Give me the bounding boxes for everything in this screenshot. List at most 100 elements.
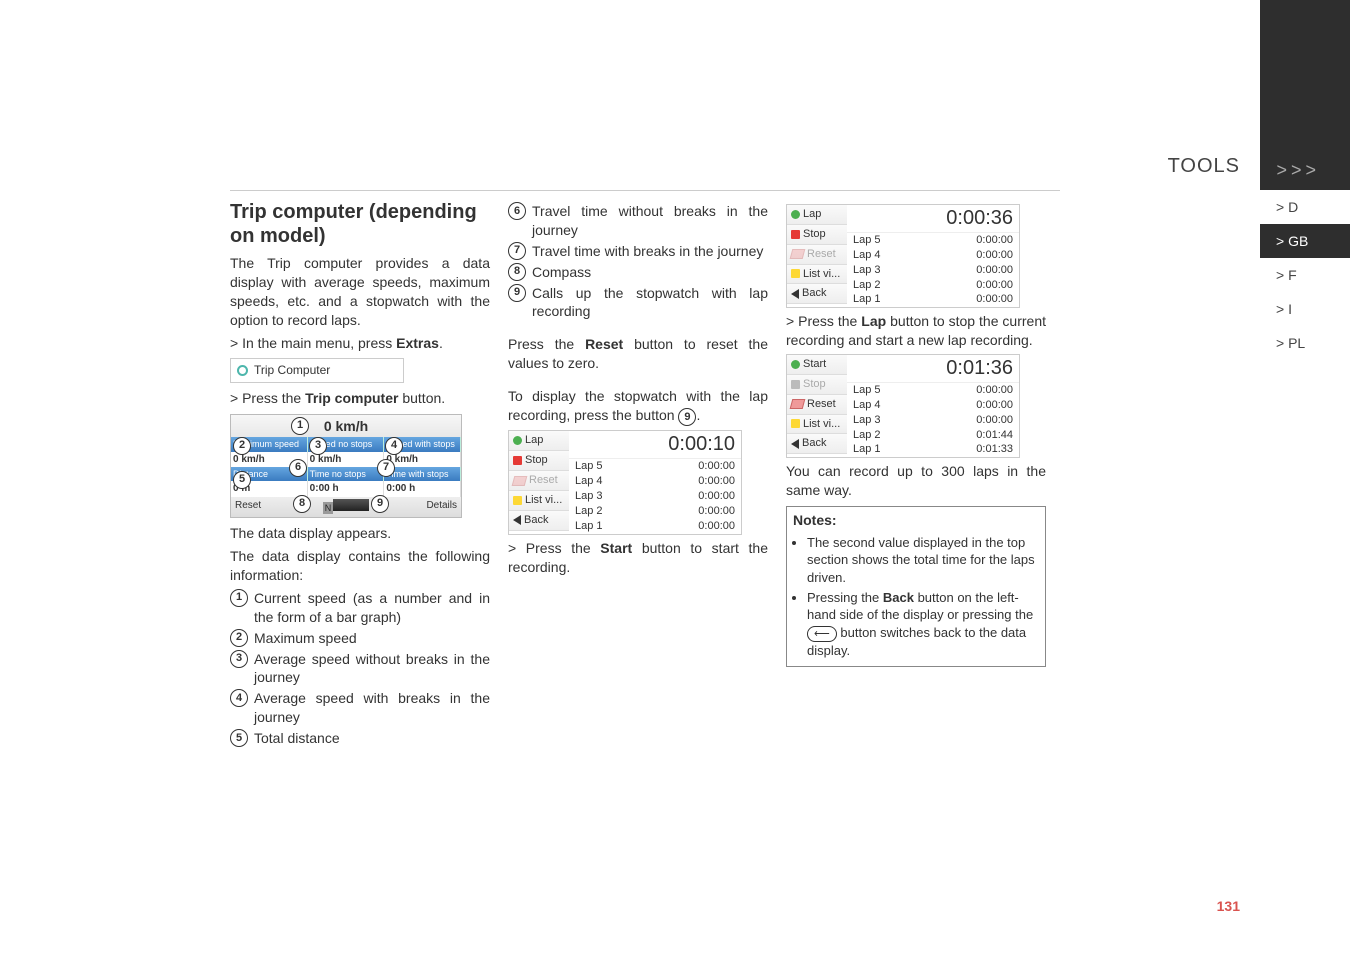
stop-button[interactable]: Stop [787, 225, 847, 245]
back-icon [513, 515, 521, 525]
menuitem-label: Trip Computer [254, 362, 330, 378]
stopwatch-sidebar: Lap Stop Reset List vi... Back [509, 431, 569, 533]
bottom-bar: Reset N Details [231, 497, 461, 518]
reset-button[interactable]: Reset [787, 245, 847, 265]
listview-button[interactable]: List vi... [787, 415, 847, 435]
sidebar-item-f[interactable]: > F [1260, 258, 1350, 292]
label: Reset [807, 247, 836, 262]
back-icon [791, 289, 799, 299]
list-text: Calls up the stopwatch with lap recordin… [532, 284, 768, 322]
stop-button[interactable]: Stop [509, 451, 569, 471]
label: List vi... [803, 267, 840, 282]
sidebar-item-pl[interactable]: > PL [1260, 326, 1350, 360]
step-1: > In the main menu, press Extras. [230, 334, 490, 353]
back-button[interactable]: Back [787, 434, 847, 454]
eraser-icon [512, 476, 528, 486]
list-text: Current speed (as a number and in the fo… [254, 589, 490, 627]
list-item-1: 1 Current speed (as a number and in the f… [230, 589, 490, 627]
callout-2-icon: 2 [233, 437, 251, 455]
text: > Press the [786, 313, 861, 329]
eraser-icon [790, 399, 806, 409]
callout-5-icon: 5 [233, 471, 251, 489]
stopwatch-data: 0:01:36 Lap 50:00:00 Lap 40:00:00 Lap 30… [847, 355, 1019, 457]
list-text: Total distance [254, 729, 490, 748]
bold-reset: Reset [585, 336, 623, 352]
num-8-icon: 8 [508, 263, 526, 281]
sidebar-item-d[interactable]: > D [1260, 190, 1350, 224]
step-2: > Press the Trip computer button. [230, 389, 490, 408]
list-item-8: 8Compass [508, 263, 768, 282]
num-4-icon: 4 [230, 689, 248, 707]
record-icon [791, 360, 800, 369]
lap-button[interactable]: Lap [787, 205, 847, 225]
list-item-4: 4Average speed with breaks in the journe… [230, 689, 490, 727]
note-after: You can record up to 300 laps in the sam… [786, 462, 1046, 500]
chevrons: >>> [1276, 160, 1320, 181]
listview-button[interactable]: List vi... [787, 265, 847, 285]
trip-computer-menuitem[interactable]: Trip Computer [230, 358, 404, 382]
section-title: Trip computer (depending on model) [230, 200, 490, 248]
back-button[interactable]: Back [509, 511, 569, 531]
label: Back [524, 513, 548, 528]
lap-row: Lap 40:00:00 [569, 474, 741, 489]
bold-lap: Lap [861, 313, 886, 329]
sidebar-item-gb[interactable]: > GB [1260, 224, 1350, 258]
lap-row: Lap 40:00:00 [847, 398, 1019, 413]
start-button[interactable]: Start [787, 355, 847, 375]
stopwatch-time: 0:00:36 [847, 205, 1019, 233]
reset-button[interactable]: Reset [509, 471, 569, 491]
labels-row: Maximum speed Speed no stops Speed with … [231, 437, 461, 451]
list-item-9: 9 Calls up the stopwatch with lap recordi… [508, 284, 768, 322]
bold-start: Start [600, 540, 632, 556]
label: Reset [807, 397, 836, 412]
callout-7-icon: 7 [377, 459, 395, 477]
bold-extras: Extras [396, 335, 439, 351]
back-button[interactable]: Back [787, 284, 847, 304]
page-content: Trip computer (depending on model) The T… [230, 200, 1070, 750]
num-6-icon: 6 [508, 202, 526, 220]
notes-box: Notes: The second value displayed in the… [786, 506, 1046, 667]
bold-tripcomputer: Trip computer [305, 390, 398, 406]
text: . [439, 335, 443, 351]
list-item-5: 5Total distance [230, 729, 490, 748]
label: Start [803, 357, 826, 372]
compass-icon [333, 499, 369, 511]
list-icon [791, 419, 800, 428]
stopwatch-data: 0:00:36 Lap 50:00:00 Lap 40:00:00 Lap 30… [847, 205, 1019, 307]
lap-button[interactable]: Lap [509, 431, 569, 451]
label: Reset [529, 473, 558, 488]
note-1: The second value displayed in the top se… [807, 534, 1039, 587]
num-9-inline-icon: 9 [678, 408, 696, 426]
lap-row: Lap 20:00:00 [847, 278, 1019, 293]
stop-button[interactable]: Stop [787, 375, 847, 395]
callout-9-icon: 9 [371, 495, 389, 513]
lap-row: Lap 50:00:00 [847, 383, 1019, 398]
reset-button[interactable]: Reset [787, 395, 847, 415]
stopwatch-sidebar: Start Stop Reset List vi... Back [787, 355, 847, 457]
labels-row-2: Distance Time no stops Time with stops [231, 467, 461, 481]
list-text: Average speed without breaks in the jour… [254, 650, 490, 688]
list-icon [791, 269, 800, 278]
listview-button[interactable]: List vi... [509, 491, 569, 511]
label: Stop [803, 377, 826, 392]
list-item-3: 3 Average speed without breaks in the jou… [230, 650, 490, 688]
details-button-label[interactable]: Details [384, 497, 461, 518]
list-text: Travel time with breaks in the journey [532, 242, 768, 261]
lap-row: Lap 20:01:44 [847, 428, 1019, 443]
after-1: The data display appears. [230, 524, 490, 543]
sidebar-dark-block: >>> [1260, 0, 1350, 190]
values-row-2: 0 m 0:00 h 0:00 h [231, 481, 461, 497]
data-display-screenshot: 1 2 3 4 5 6 7 8 9 0 km/h Maximum speed S… [230, 414, 462, 519]
num-3-icon: 3 [230, 650, 248, 668]
list-text: Maximum speed [254, 629, 490, 648]
text: Pressing the [807, 590, 883, 605]
label: Stop [525, 453, 548, 468]
sidebar-item-i[interactable]: > I [1260, 292, 1350, 326]
num-9-icon: 9 [508, 284, 526, 302]
label: Back [802, 286, 826, 301]
lap-row: Lap 50:00:00 [847, 233, 1019, 248]
label: Back [802, 436, 826, 451]
lap-row: Lap 40:00:00 [847, 248, 1019, 263]
num-1-icon: 1 [230, 589, 248, 607]
text: > Press the [508, 540, 600, 556]
